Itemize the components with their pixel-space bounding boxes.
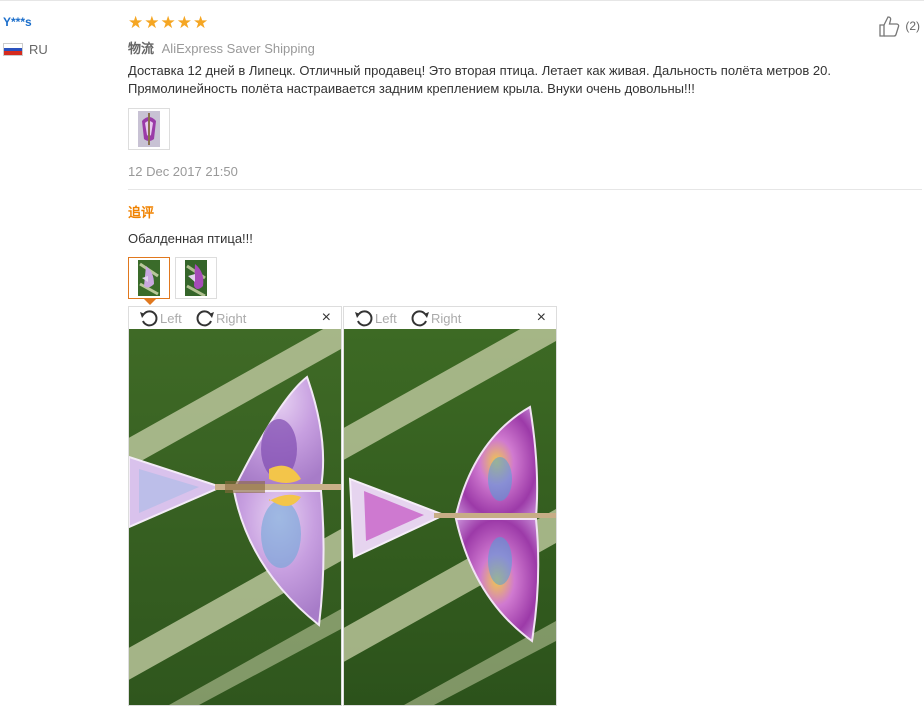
shipping-info: 物流 AliExpress Saver Shipping (128, 38, 315, 57)
star-icon: ★ (144, 13, 160, 32)
rotate-right-button[interactable]: Right (195, 308, 246, 328)
bird-toy-thumbnail-image (185, 260, 207, 296)
star-icon: ★ (193, 13, 209, 32)
reviewer-name[interactable]: Y***s (3, 15, 32, 29)
shipping-label: 物流 (128, 41, 155, 56)
photo-viewer-1: Left Right × (128, 306, 342, 706)
rotate-left-button[interactable]: Left (139, 308, 182, 328)
review-text: Доставка 12 дней в Липецк. Отличный прод… (128, 63, 831, 96)
followup-photo-thumbnail-1[interactable] (128, 257, 170, 299)
viewer-toolbar: Left Right × (129, 307, 341, 329)
bird-toy-photo-image (129, 329, 341, 705)
rotate-right-icon (411, 310, 429, 327)
review-photo-thumbnail[interactable] (128, 108, 170, 150)
close-viewer-button[interactable]: × (537, 310, 546, 326)
followup-title: 追评 (128, 205, 155, 220)
bird-toy-thumbnail-image (138, 260, 160, 296)
followup-photo-thumbnail-2[interactable] (175, 257, 217, 299)
active-thumbnail-pointer (143, 298, 157, 305)
rotate-left-icon (355, 310, 373, 327)
country-code: RU (29, 42, 48, 57)
star-icon: ★ (176, 13, 192, 32)
rotate-right-label: Right (431, 310, 462, 326)
helpful-count: (2) (905, 19, 920, 33)
star-rating: ★ ★ ★ ★ ★ (128, 14, 208, 32)
star-icon: ★ (128, 13, 144, 32)
close-viewer-button[interactable]: × (322, 310, 331, 326)
photo-viewer-2: Left Right × (343, 306, 557, 706)
thumbs-up-icon (879, 16, 900, 37)
viewer-toolbar: Left Right × (344, 307, 556, 329)
rotate-right-label: Right (216, 310, 247, 326)
bird-toy-photo-image (344, 329, 556, 705)
rotate-left-icon (140, 310, 158, 327)
helpful-button[interactable]: (2) (878, 15, 920, 37)
review-date: 12 Dec 2017 21:50 (128, 164, 238, 179)
star-icon: ★ (160, 13, 176, 32)
russia-flag-icon (3, 43, 23, 56)
bird-toy-photo-2 (344, 329, 556, 705)
followup-text: Обалденная птица!!! (128, 231, 253, 246)
reviewer-country: RU (3, 42, 48, 57)
shipping-method: AliExpress Saver Shipping (161, 41, 315, 56)
rotate-left-button[interactable]: Left (354, 308, 397, 328)
bird-toy-photo-1 (129, 329, 341, 705)
bird-toy-thumbnail-image (138, 111, 160, 147)
rotate-right-button[interactable]: Right (410, 308, 461, 328)
rotate-right-icon (196, 310, 214, 327)
rotate-left-label: Left (160, 310, 182, 326)
rotate-left-label: Left (375, 310, 397, 326)
followup-divider (128, 189, 922, 190)
top-divider (0, 0, 924, 1)
